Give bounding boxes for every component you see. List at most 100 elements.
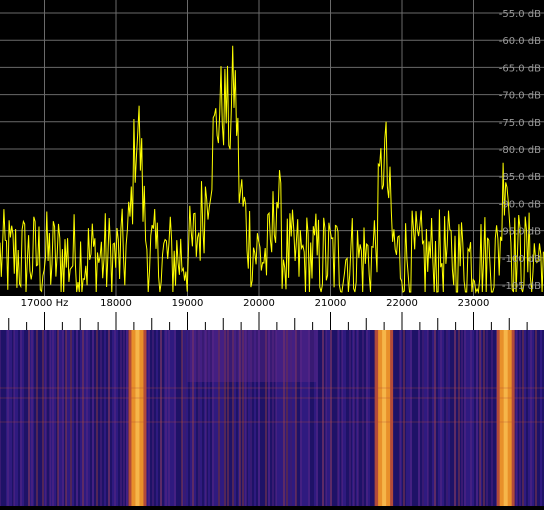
db-label: -105 dB <box>502 281 541 292</box>
frequency-axis[interactable]: 17000 Hz 18000 19000 20000 21000 22000 23000 <box>0 296 544 330</box>
waterfall-display[interactable] <box>0 330 544 506</box>
waterfall-noise-column <box>406 330 408 506</box>
waterfall-noise-column <box>344 330 346 506</box>
waterfall-noise-column <box>154 330 156 506</box>
waterfall-noise-column <box>110 330 112 506</box>
waterfall-noise-column <box>448 330 450 506</box>
waterfall-noise-column <box>18 330 20 506</box>
frequency-axis-svg: 17000 Hz 18000 19000 20000 21000 22000 23000 <box>0 296 544 330</box>
waterfall-noise-column <box>68 330 70 506</box>
frequency-label: 18000 <box>100 298 132 309</box>
frequency-label: 23000 <box>458 298 490 309</box>
spectrum-trace <box>0 45 544 294</box>
waterfall-noise-column <box>104 330 106 506</box>
waterfall-noise-column <box>38 330 40 506</box>
spectrum-plot[interactable]: -55.0 dB -60.0 dB -65.0 dB -70.0 dB -75.0 dB… <box>0 0 544 346</box>
waterfall-signal-peak <box>503 330 508 506</box>
waterfall-noise-column <box>88 330 90 506</box>
waterfall-burst <box>187 330 317 382</box>
waterfall-noise-column <box>438 330 440 506</box>
waterfall-noise-column <box>408 330 410 506</box>
waterfall-noise-column <box>72 330 74 506</box>
waterfall-noise-column <box>466 330 468 506</box>
waterfall-noise-column <box>74 330 76 506</box>
waterfall-noise-column <box>98 330 100 506</box>
spectrum-svg: -55.0 dB -60.0 dB -65.0 dB -70.0 dB -75.0 dB… <box>0 0 544 346</box>
waterfall-noise-column <box>60 330 62 506</box>
waterfall-noise-column <box>24 330 26 506</box>
waterfall-noise-column <box>170 330 172 506</box>
waterfall-noise-column <box>540 330 542 506</box>
waterfall-noise-column <box>320 330 322 506</box>
waterfall-noise-column <box>452 330 454 506</box>
db-label: -70.0 dB <box>499 91 541 102</box>
waterfall-noise-column <box>494 330 496 506</box>
db-label: -55.0 dB <box>499 9 541 20</box>
waterfall-noise-column <box>468 330 470 506</box>
waterfall-noise-column <box>528 330 530 506</box>
waterfall-noise-column <box>334 330 336 506</box>
waterfall-noise-column <box>162 330 164 506</box>
waterfall-noise-column <box>414 330 416 506</box>
frequency-label: 17000 Hz <box>21 298 69 309</box>
waterfall-noise-column <box>80 330 82 506</box>
db-label: -65.0 dB <box>499 63 541 74</box>
waterfall-noise-column <box>78 330 80 506</box>
waterfall-noise-column <box>90 330 92 506</box>
waterfall-noise-column <box>318 330 320 506</box>
waterfall-noise-column <box>442 330 444 506</box>
waterfall-noise-column <box>118 330 120 506</box>
frequency-label: 22000 <box>386 298 418 309</box>
waterfall-noise-column <box>424 330 426 506</box>
waterfall-noise-column <box>34 330 36 506</box>
db-label: -75.0 dB <box>499 118 541 129</box>
waterfall-noise-column <box>102 330 104 506</box>
db-label: -100 dB <box>502 254 541 265</box>
db-label: -85.0 dB <box>499 172 541 183</box>
waterfall-signal-peak <box>382 330 387 506</box>
waterfall-noise-column <box>156 330 158 506</box>
waterfall-noise-column <box>394 330 396 506</box>
waterfall-noise-column <box>116 330 118 506</box>
db-label: -80.0 dB <box>499 145 541 156</box>
waterfall-noise-column <box>328 330 330 506</box>
waterfall-noise-column <box>370 330 372 506</box>
waterfall-signal-peak <box>135 330 140 506</box>
waterfall-noise-column <box>178 330 180 506</box>
waterfall-noise-column <box>16 330 18 506</box>
waterfall-noise-column <box>524 330 526 506</box>
waterfall-noise-column <box>488 330 490 506</box>
waterfall-noise-column <box>26 330 28 506</box>
frequency-label: 20000 <box>243 298 275 309</box>
waterfall-noise-column <box>472 330 474 506</box>
waterfall-noise-column <box>40 330 42 506</box>
waterfall-noise-column <box>436 330 438 506</box>
waterfall-noise-column <box>2 330 4 506</box>
waterfall-noise-column <box>22 330 24 506</box>
waterfall-noise-column <box>84 330 86 506</box>
waterfall-noise-column <box>346 330 348 506</box>
waterfall-noise-column <box>450 330 452 506</box>
waterfall-noise-column <box>416 330 418 506</box>
waterfall-noise-column <box>176 330 178 506</box>
waterfall-noise-column <box>106 330 108 506</box>
waterfall-noise-column <box>412 330 414 506</box>
waterfall-noise-column <box>332 330 334 506</box>
waterfall-noise-column <box>94 330 96 506</box>
frequency-label: 21000 <box>315 298 347 309</box>
db-label: -95.0 dB <box>499 227 541 238</box>
waterfall-noise-column <box>420 330 422 506</box>
waterfall-noise-column <box>372 330 374 506</box>
waterfall-noise-column <box>444 330 446 506</box>
waterfall-noise-column <box>10 330 12 506</box>
waterfall-noise-column <box>360 330 362 506</box>
waterfall-noise-column <box>474 330 476 506</box>
waterfall-noise-column <box>456 330 458 506</box>
waterfall-noise-column <box>430 330 432 506</box>
waterfall-noise-column <box>526 330 528 506</box>
db-label: -60.0 dB <box>499 36 541 47</box>
waterfall-noise-column <box>432 330 434 506</box>
waterfall-noise-column <box>538 330 540 506</box>
waterfall-noise-column <box>112 330 114 506</box>
waterfall-noise-column <box>364 330 366 506</box>
